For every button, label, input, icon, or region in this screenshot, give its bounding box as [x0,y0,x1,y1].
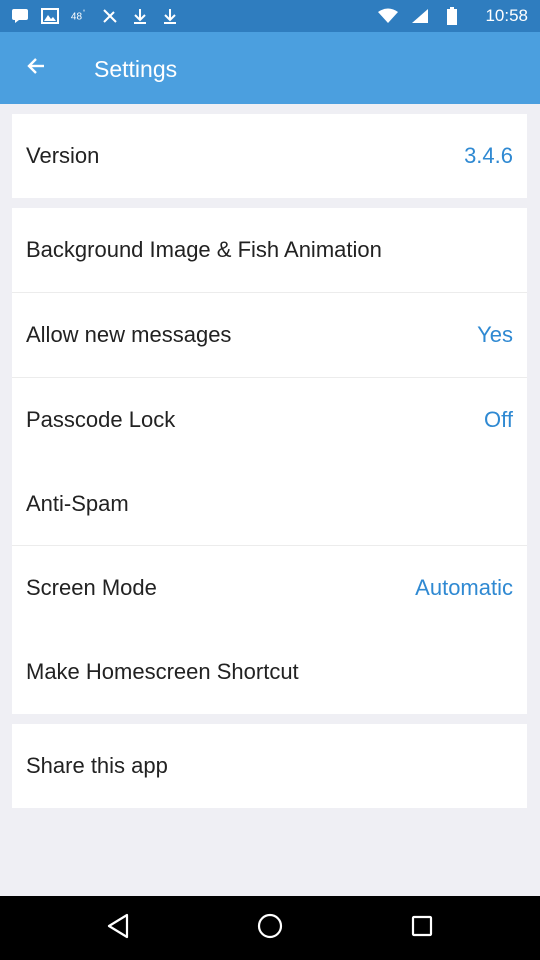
share-card: Share this app [12,724,527,808]
passcode-lock-row[interactable]: Passcode Lock Off [12,378,527,462]
page-title: Settings [94,56,178,82]
battery-icon [442,6,462,26]
svg-text:48: 48 [71,12,83,23]
version-label: Version [26,143,100,168]
square-recents-icon [411,915,433,942]
arrow-left-icon [26,56,46,81]
allow-messages-row[interactable]: Allow new messages Yes [12,293,527,377]
message-icon [10,6,30,26]
screen-mode-row[interactable]: Screen Mode Automatic [12,546,527,630]
wifi-icon [378,6,398,26]
circle-home-icon [257,913,283,944]
status-bar: 48 ° 10:58 [0,0,540,32]
recents-nav-button[interactable] [402,908,442,948]
status-time: 10:58 [485,6,528,25]
homescreen-shortcut-row[interactable]: Make Homescreen Shortcut [12,630,527,714]
passcode-lock-label: Passcode Lock [26,407,176,432]
homescreen-shortcut-label: Make Homescreen Shortcut [26,659,299,684]
app-bar: Settings [0,32,540,104]
version-card: Version 3.4.6 [12,114,527,198]
cellular-icon [410,6,430,26]
tools-icon [100,6,120,26]
screen-mode-label: Screen Mode [26,575,157,600]
share-app-label: Share this app [26,753,168,778]
signal-48-icon: 48 ° [70,6,90,26]
download-icon [160,6,180,26]
background-animation-label: Background Image & Fish Animation [26,237,382,262]
download-icon [130,6,150,26]
back-nav-button[interactable] [98,908,138,948]
background-animation-row[interactable]: Background Image & Fish Animation [12,208,527,292]
version-value: 3.4.6 [464,143,513,168]
passcode-lock-value: Off [484,407,513,432]
anti-spam-label: Anti-Spam [26,491,129,516]
image-icon [40,6,60,26]
settings-card: Background Image & Fish Animation Allow … [12,208,527,714]
screen-mode-value: Automatic [415,575,513,600]
anti-spam-row[interactable]: Anti-Spam [12,462,527,546]
version-row[interactable]: Version 3.4.6 [12,114,527,198]
home-nav-button[interactable] [250,908,290,948]
navigation-bar [0,896,540,960]
triangle-back-icon [106,913,130,944]
allow-messages-label: Allow new messages [26,322,232,347]
back-button[interactable] [12,44,60,92]
allow-messages-value: Yes [477,322,513,347]
share-app-row[interactable]: Share this app [12,724,527,808]
svg-text:°: ° [83,8,86,16]
